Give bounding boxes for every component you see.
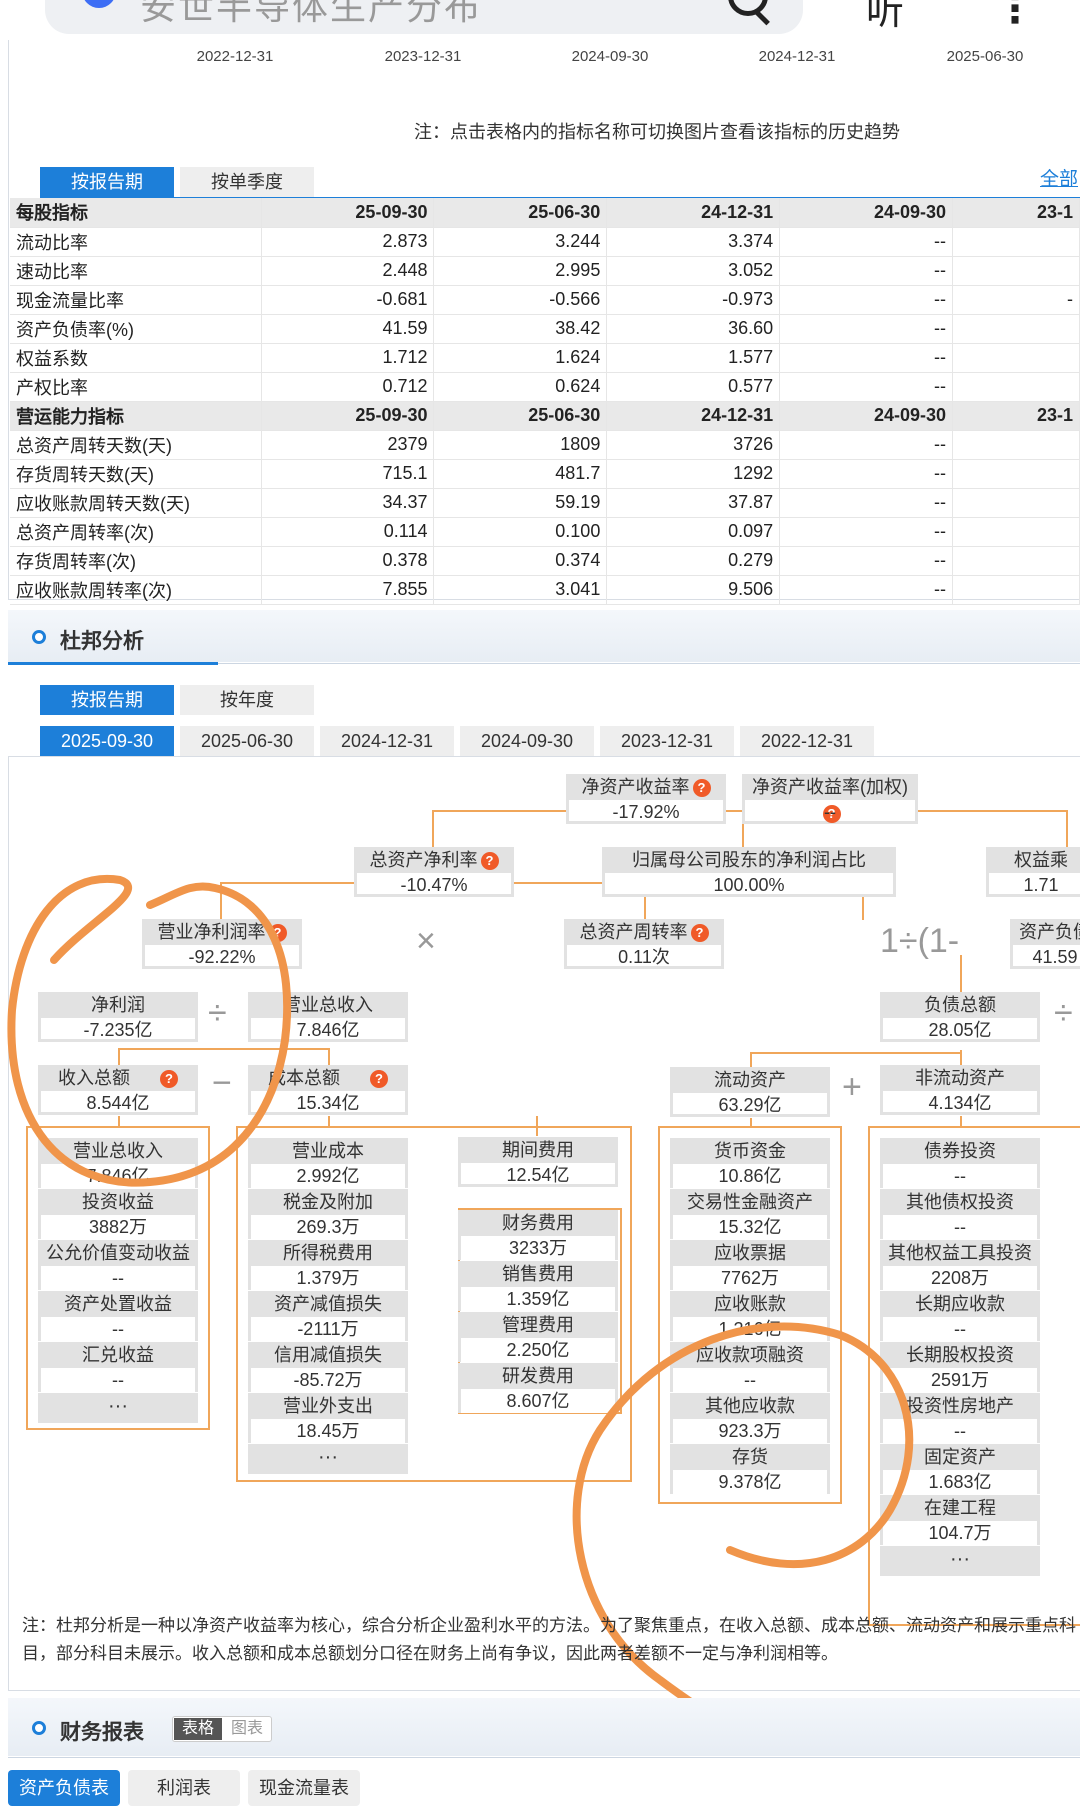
finance-title: 财务报表 [60,1721,144,1744]
toggle-table[interactable]: 表格 [174,1718,222,1740]
finance-section-header [8,1698,1080,1756]
dupont-note: 注：杜邦分析是一种以净资产收益率为核心，综合分析企业盈利水平的方法。为了聚焦重点… [22,1616,1076,1663]
tab-cash-flow[interactable]: 现金流量表 [248,1770,360,1806]
tab-income-statement[interactable]: 利润表 [128,1770,240,1806]
section-divider [8,1757,1080,1758]
toggle-chart[interactable]: 图表 [224,1718,270,1740]
hand-annotation [7,874,914,1734]
section-circle-icon [32,1721,46,1735]
tab-balance-sheet[interactable]: 资产负债表 [8,1770,120,1806]
